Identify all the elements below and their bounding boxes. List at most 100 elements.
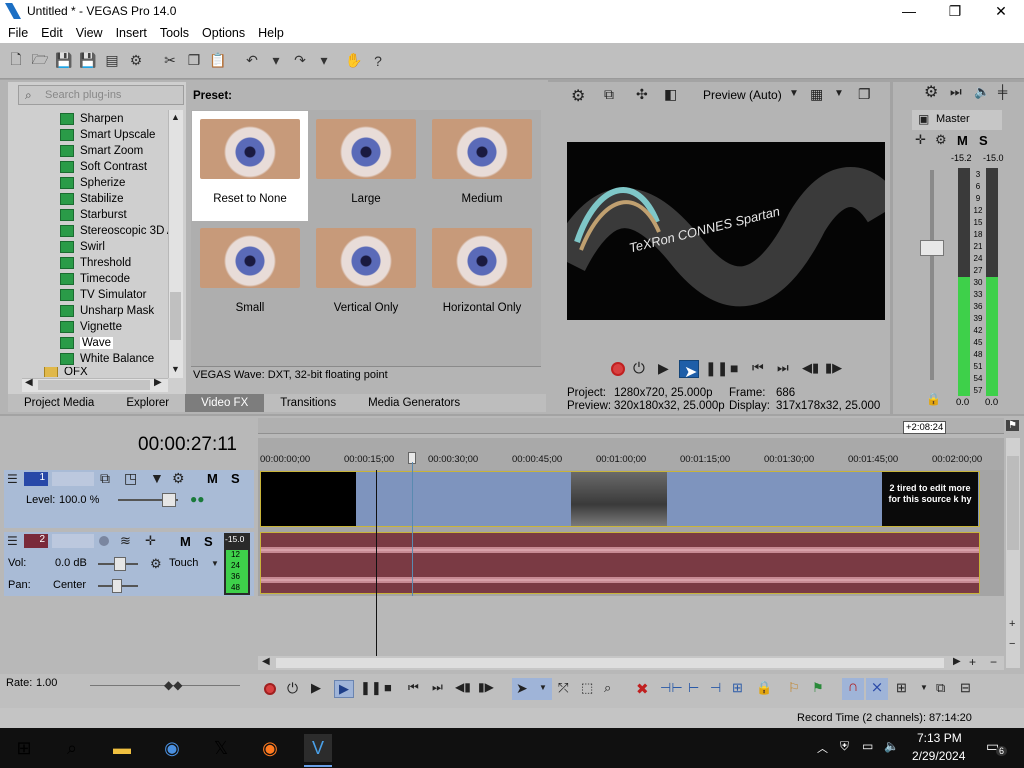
play-from-start-icon[interactable]: ▶ — [658, 360, 669, 377]
snapping-icon[interactable]: ∩ — [842, 678, 864, 700]
go-to-end-icon[interactable]: ⏭ — [432, 680, 443, 695]
trim-end-icon[interactable]: ⊣ — [710, 680, 721, 696]
rate-slider-handle[interactable]: ◆◆ — [164, 678, 182, 692]
insert-marker-icon[interactable]: ⚐ — [788, 680, 800, 696]
chevron-down-icon[interactable]: ▼ — [539, 683, 547, 692]
stop-icon[interactable]: ■ — [384, 680, 392, 695]
parent-compositing-icon[interactable]: ▼ — [150, 470, 164, 486]
save-as-icon[interactable]: 💾 — [78, 51, 98, 71]
loop-playback-icon[interactable]: ⏻ — [633, 360, 645, 377]
plugin-folder[interactable]: OFX — [44, 367, 156, 377]
stop-icon[interactable]: ■ — [730, 360, 738, 376]
menu-options[interactable]: Options — [198, 26, 249, 40]
preset-reset-to-none[interactable]: Reset to None — [192, 111, 308, 221]
plugin-scroll-thumb[interactable] — [170, 292, 181, 340]
audio-solo-button[interactable]: S — [204, 534, 213, 549]
menu-file[interactable]: File — [4, 26, 32, 40]
marker-bar[interactable] — [258, 418, 1004, 434]
plugin-item[interactable]: Unsharp Mask — [60, 303, 172, 319]
go-to-start-icon[interactable]: ⏮ — [408, 680, 419, 695]
preview-quality-dropdown[interactable]: Preview (Auto) — [703, 88, 782, 102]
undo-dropdown-icon[interactable]: ▾ — [266, 51, 286, 71]
delete-icon[interactable]: ✖ — [636, 680, 649, 698]
menu-tools[interactable]: Tools — [156, 26, 193, 40]
preset-large[interactable]: Large — [308, 111, 424, 221]
help-icon[interactable]: ? — [368, 51, 388, 71]
preview-settings-gear-icon[interactable]: ⚙ — [571, 86, 585, 106]
split-screen-icon[interactable]: ✣ — [636, 86, 648, 103]
menu-view[interactable]: View — [72, 26, 107, 40]
chevron-down-icon[interactable]: ▼ — [920, 683, 928, 692]
downmix-icon[interactable]: ⏭ — [950, 84, 962, 100]
tray-network-icon[interactable]: ▭ — [862, 739, 873, 753]
scroll-right-icon[interactable]: ▶ — [953, 656, 961, 667]
scroll-right-icon[interactable]: ▶ — [154, 377, 162, 388]
ripple-edit-icon[interactable]: ⊞ — [896, 680, 907, 696]
go-to-start-icon[interactable]: ⏮ — [752, 360, 764, 376]
plugin-item[interactable]: Stereoscopic 3D A — [60, 223, 172, 239]
tray-overflow-icon[interactable]: ︿ — [817, 740, 828, 756]
play-from-start-icon[interactable]: ▶ — [311, 680, 321, 696]
trim-start-icon[interactable]: ⊢ — [688, 680, 699, 696]
pause-icon[interactable]: ❚❚ — [360, 680, 382, 696]
automation-gear-icon[interactable]: ⚙ — [150, 556, 162, 572]
time-ruler[interactable]: 00:00:00;00 00:00:15;00 00:00:30;00 00:0… — [258, 438, 1004, 470]
plugin-item[interactable]: Sharpen — [60, 111, 172, 127]
x-app-icon[interactable]: 𝕏 — [207, 734, 235, 762]
tray-volume-icon[interactable]: 🔈 — [884, 739, 899, 753]
plugin-item[interactable]: Stabilize — [60, 191, 172, 207]
plugin-item[interactable]: Smart Zoom — [60, 143, 172, 159]
menu-help[interactable]: Help — [254, 26, 288, 40]
zoom-in-vertical-icon[interactable]: + — [1009, 618, 1015, 630]
track-fx-gear-icon[interactable]: ⚙ — [172, 470, 185, 487]
mixer-settings-gear-icon[interactable]: ⚙ — [924, 82, 938, 102]
pan-slider-handle[interactable] — [112, 579, 122, 593]
chevron-down-icon[interactable]: ▼ — [211, 559, 219, 568]
chevron-down-icon[interactable]: ▼ — [789, 88, 799, 99]
plugin-item[interactable]: Swirl — [60, 239, 172, 255]
lock-envelopes-icon[interactable]: ⧉ — [936, 680, 945, 696]
plugin-item[interactable]: TV Simulator — [60, 287, 172, 303]
plugin-item[interactable]: Starburst — [60, 207, 172, 223]
effects-chain-icon[interactable]: ●● — [190, 492, 205, 506]
scroll-left-icon[interactable]: ◀ — [25, 377, 33, 388]
track-motion-icon[interactable]: ⧉ — [100, 470, 110, 487]
audio-event[interactable] — [260, 532, 980, 594]
video-mute-button[interactable]: M — [207, 471, 218, 486]
next-frame-icon[interactable]: ▮▶ — [825, 360, 842, 376]
redo-dropdown-icon[interactable]: ▾ — [314, 51, 334, 71]
play-button[interactable]: ▶ — [334, 680, 354, 698]
level-slider-handle[interactable] — [162, 493, 176, 507]
zoom-out-time-icon[interactable]: − — [990, 655, 997, 669]
pause-icon[interactable]: ❚❚ — [705, 360, 728, 377]
selection-tool-icon[interactable]: ⬚ — [581, 680, 593, 696]
copy-icon[interactable]: ❐ — [184, 51, 204, 71]
taskbar-date[interactable]: 2/29/2024 — [912, 749, 965, 763]
go-to-end-icon[interactable]: ⏭ — [777, 360, 789, 376]
preset-medium[interactable]: Medium — [424, 111, 540, 221]
save-icon[interactable]: 💾 — [54, 51, 74, 71]
video-solo-button[interactable]: S — [231, 471, 240, 486]
scroll-up-icon[interactable]: ▲ — [171, 112, 180, 122]
tab-transitions[interactable]: Transitions — [264, 394, 352, 412]
undo-icon[interactable]: ↶ — [242, 51, 262, 71]
minimize-button[interactable]: — — [886, 0, 932, 22]
marker-flag-icon[interactable]: ⚑ — [1006, 420, 1019, 431]
master-solo-button[interactable]: S — [979, 133, 988, 148]
windows-start-icon[interactable]: ⊞ — [10, 734, 38, 762]
trim-icon[interactable]: ⊣⊢ — [660, 680, 683, 696]
render-icon[interactable]: ▤ — [102, 51, 122, 71]
previous-frame-icon[interactable]: ◀▮ — [802, 360, 819, 376]
envelope-tool-icon[interactable]: ⤱ — [558, 680, 568, 696]
open-icon[interactable]: 🗁 — [30, 51, 50, 71]
firefox-icon[interactable]: ◉ — [256, 734, 284, 762]
chevron-down-icon[interactable]: ▼ — [834, 88, 844, 99]
overlays-grid-icon[interactable]: ▦ — [810, 86, 823, 103]
taskbar-clock[interactable]: 7:13 PM — [917, 731, 962, 745]
external-monitor-icon[interactable]: ⧉ — [604, 86, 614, 103]
preset-vertical-only[interactable]: Vertical Only — [308, 220, 424, 330]
master-mute-button[interactable]: M — [957, 133, 968, 148]
split-icon[interactable]: ⊞ — [732, 680, 743, 696]
zoom-in-time-icon[interactable]: + — [969, 655, 976, 669]
plugin-item[interactable]: Spherize — [60, 175, 172, 191]
